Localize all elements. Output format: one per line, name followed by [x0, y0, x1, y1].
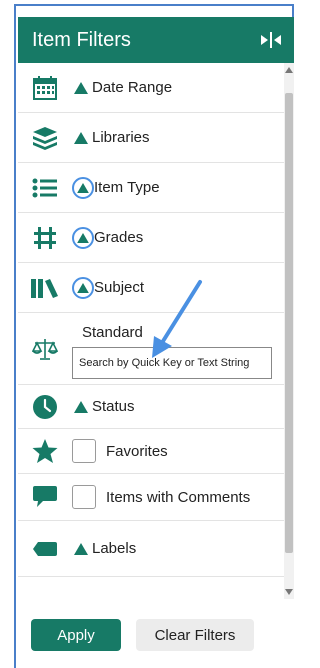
- filter-label: Labels: [92, 540, 137, 557]
- panel-footer: Apply Clear Filters: [18, 599, 294, 668]
- filter-row-status[interactable]: Status: [18, 385, 284, 429]
- filter-row-date-range[interactable]: Date Range: [18, 63, 284, 113]
- filter-row-standard: Standard: [18, 313, 284, 385]
- clock-icon: [18, 394, 72, 420]
- expand-triangle-icon[interactable]: [72, 398, 90, 416]
- standard-filter-block: Standard: [72, 318, 272, 379]
- filter-label: Favorites: [106, 442, 168, 460]
- comment-icon: [18, 484, 72, 510]
- scroll-up-arrow-icon[interactable]: [285, 65, 293, 75]
- scales-icon: [18, 337, 72, 361]
- filter-label: Standard: [82, 324, 143, 341]
- scrollbar-thumb[interactable]: [285, 93, 293, 553]
- filter-row-subject[interactable]: Subject: [18, 263, 284, 313]
- panel-header: Item Filters: [18, 17, 294, 63]
- favorites-checkbox[interactable]: [72, 439, 96, 463]
- expand-triangle-icon[interactable]: [72, 226, 94, 249]
- apply-button[interactable]: Apply: [31, 619, 121, 651]
- filter-row-favorites[interactable]: Favorites: [18, 429, 284, 474]
- filter-row-labels[interactable]: Labels: [18, 521, 284, 577]
- filter-label: Subject: [94, 279, 145, 296]
- filter-label: Items with Comments: [106, 488, 251, 506]
- panel-title: Item Filters: [32, 28, 131, 51]
- filter-label: Grades: [94, 229, 144, 246]
- items-with-comments-checkbox[interactable]: [72, 485, 96, 509]
- filter-row-items-with-comments[interactable]: Items with Comments: [18, 474, 284, 521]
- hash-grid-icon: [18, 226, 72, 250]
- clear-filters-button[interactable]: Clear Filters: [136, 619, 254, 651]
- filter-label: Status: [92, 398, 135, 415]
- expand-triangle-icon[interactable]: [72, 540, 90, 558]
- filter-label: Libraries: [92, 129, 150, 146]
- expand-triangle-icon[interactable]: [72, 276, 94, 299]
- tag-icon: [18, 541, 72, 557]
- filter-row-libraries[interactable]: Libraries: [18, 113, 284, 163]
- filter-list-scrollbar[interactable]: [284, 63, 294, 599]
- filter-list: Date Range Libraries Item Type Grades Su…: [18, 63, 284, 599]
- books-stack-icon: [18, 126, 72, 150]
- standard-search-input[interactable]: [72, 347, 272, 379]
- list-icon: [18, 178, 72, 198]
- calendar-icon: [18, 75, 72, 101]
- filter-row-item-type[interactable]: Item Type: [18, 163, 284, 213]
- item-filters-panel: Item Filters Date Range Libraries Item T…: [18, 17, 294, 668]
- expand-triangle-icon[interactable]: [72, 176, 94, 199]
- filter-row-grades[interactable]: Grades: [18, 213, 284, 263]
- expand-triangle-icon[interactable]: [72, 129, 90, 147]
- filter-label: Item Type: [94, 179, 160, 196]
- expand-triangle-icon[interactable]: [72, 79, 90, 97]
- collapse-panel-icon[interactable]: [258, 29, 284, 51]
- filter-label: Date Range: [92, 79, 173, 96]
- scroll-down-arrow-icon[interactable]: [285, 587, 293, 597]
- library-shelf-icon: [18, 277, 72, 299]
- star-icon: [18, 438, 72, 464]
